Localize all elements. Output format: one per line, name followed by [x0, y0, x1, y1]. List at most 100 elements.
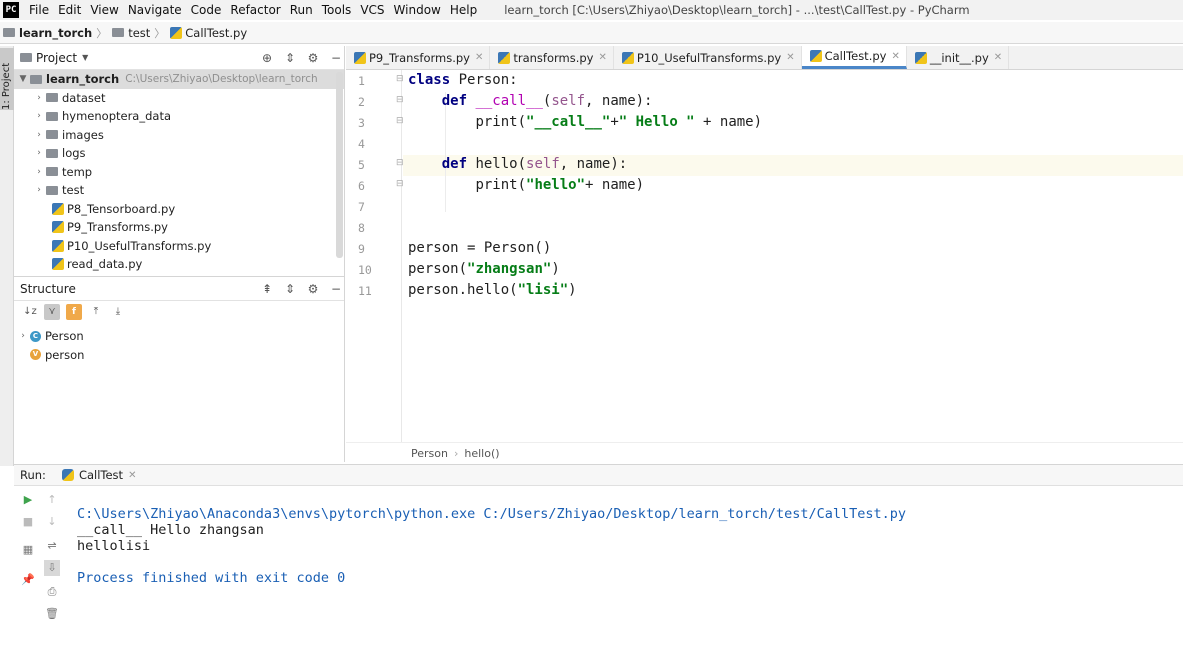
tree-folder[interactable]: › dataset — [14, 89, 344, 108]
fold-marker-icon[interactable]: ⊟ — [396, 74, 404, 84]
menu-tools[interactable]: Tools — [322, 3, 352, 17]
menu-view[interactable]: View — [90, 3, 118, 17]
scroll-to-end-icon[interactable]: ⇩ — [44, 560, 60, 576]
locate-icon[interactable]: ⊕ — [259, 50, 275, 66]
code-breadcrumb-method[interactable]: hello() — [464, 447, 499, 460]
run-tab-calltest[interactable]: CallTest ✕ — [61, 468, 136, 482]
tab-init[interactable]: __init__.py ✕ — [907, 46, 1010, 69]
show-fields-icon[interactable]: f — [66, 304, 82, 320]
collapse-all-icon[interactable]: ⇕ — [282, 281, 298, 297]
code-token: + name) — [694, 114, 763, 130]
fold-marker-icon[interactable]: ⊟ — [396, 95, 404, 105]
chevron-right-icon[interactable]: › — [32, 130, 46, 140]
gear-icon[interactable]: ⚙ — [305, 281, 321, 297]
chevron-right-icon[interactable]: › — [32, 148, 46, 158]
tree-folder[interactable]: › hymenoptera_data — [14, 107, 344, 126]
chevron-right-icon[interactable]: › — [32, 111, 46, 121]
tab-label: P10_UsefulTransforms.py — [636, 50, 782, 65]
tree-file[interactable]: P9_Transforms.py — [14, 218, 344, 237]
navigation-bar: learn_torch 〉 test 〉 CallTest.py — [0, 22, 1183, 44]
navigate-down-icon[interactable]: ⤓ — [110, 304, 126, 320]
project-icon — [20, 53, 32, 62]
menu-refactor[interactable]: Refactor — [230, 3, 280, 17]
tab-transforms[interactable]: transforms.py ✕ — [490, 46, 614, 69]
python-file-icon — [52, 258, 64, 271]
minimize-icon[interactable]: − — [328, 50, 344, 66]
tab-p10-usefultransforms[interactable]: P10_UsefulTransforms.py ✕ — [614, 46, 802, 69]
close-icon[interactable]: ✕ — [994, 52, 1002, 63]
menu-help[interactable]: Help — [450, 3, 477, 17]
chevron-right-icon[interactable]: › — [32, 167, 46, 177]
close-icon[interactable]: ✕ — [599, 52, 607, 63]
project-tool-tab[interactable]: 1: Project — [0, 48, 14, 110]
run-toolbar: ▶ ■ ▦ 📌 ↑ ↓ ⇌ ⇩ ⎙ 🗑 — [14, 486, 64, 659]
tree-file[interactable]: P10_UsefulTransforms.py — [14, 237, 344, 256]
tab-calltest[interactable]: CallTest.py ✕ — [801, 46, 907, 69]
python-run-icon — [61, 469, 74, 481]
structure-toolbar: ↓z ⋎ f ⤒ ⤓ — [14, 301, 344, 323]
tree-file[interactable]: P8_Tensorboard.py — [14, 200, 344, 219]
chevron-down-icon[interactable]: ▼ — [16, 74, 30, 84]
stop-icon[interactable]: ■ — [20, 514, 36, 530]
expand-all-icon[interactable]: ⇞ — [259, 281, 275, 297]
chevron-right-icon[interactable]: › — [32, 93, 46, 103]
fold-marker-icon[interactable]: ⊟ — [396, 179, 404, 189]
arrow-down-icon[interactable]: ↓ — [44, 514, 60, 530]
tree-root-name: learn_torch — [46, 72, 120, 87]
layout-icon[interactable]: ▦ — [20, 542, 36, 558]
code-editor[interactable]: 1 2 3 4 5 6 7 8 9 10 11 ⊟ ⊟ ⊟ ⊟ ⊟ class … — [346, 70, 1183, 442]
menu-run[interactable]: Run — [290, 3, 313, 17]
collapse-all-icon[interactable]: ⇕ — [282, 50, 298, 66]
chevron-right-icon[interactable]: › — [32, 185, 46, 195]
tree-folder[interactable]: › test — [14, 181, 344, 200]
gear-icon[interactable]: ⚙ — [305, 50, 321, 66]
python-file-icon — [809, 50, 822, 62]
menu-file[interactable]: File — [29, 3, 49, 17]
menu-edit[interactable]: Edit — [58, 3, 81, 17]
nav-crumb-file[interactable]: CallTest.py — [170, 26, 247, 40]
close-icon[interactable]: ✕ — [128, 470, 136, 481]
close-icon[interactable]: ✕ — [786, 52, 794, 63]
sort-alphabetically-icon[interactable]: ↓z — [22, 304, 38, 320]
chevron-right-icon[interactable]: › — [16, 331, 30, 341]
soft-wrap-icon[interactable]: ⇌ — [44, 538, 60, 554]
show-inherited-icon[interactable]: ⋎ — [44, 304, 60, 320]
code-line-6: print("hello"+ name) — [408, 177, 644, 193]
code-token: Person: — [450, 72, 518, 88]
fold-marker-icon[interactable]: ⊟ — [396, 116, 404, 126]
class-icon: C — [30, 330, 41, 342]
chevron-right-icon: 〉 — [154, 26, 166, 40]
project-view-selector[interactable]: Project ▼ — [20, 51, 88, 65]
trash-icon[interactable]: 🗑 — [44, 606, 60, 622]
project-scrollbar[interactable] — [336, 72, 343, 258]
tab-label: P9_Transforms.py — [369, 50, 470, 65]
fold-marker-icon[interactable]: ⊟ — [396, 158, 404, 168]
tree-file[interactable]: read_data.py — [14, 255, 344, 274]
pin-icon[interactable]: 📌 — [20, 572, 36, 588]
tree-folder[interactable]: › temp — [14, 163, 344, 182]
tree-root[interactable]: ▼ learn_torch C:\Users\Zhiyao\Desktop\le… — [14, 70, 344, 89]
navigate-up-icon[interactable]: ⤒ — [88, 304, 104, 320]
structure-item-class[interactable]: › C Person — [14, 327, 344, 346]
tree-folder[interactable]: › images — [14, 126, 344, 145]
nav-crumb-test[interactable]: test — [112, 26, 150, 40]
menu-window[interactable]: Window — [394, 3, 441, 17]
menu-vcs[interactable]: VCS — [360, 3, 384, 17]
arrow-up-icon[interactable]: ↑ — [44, 492, 60, 508]
menu-navigate[interactable]: Navigate — [128, 3, 182, 17]
tab-p9-transforms[interactable]: P9_Transforms.py ✕ — [346, 46, 491, 69]
code-line-11: person.hello("lisi") — [408, 282, 577, 298]
tree-folder[interactable]: › logs — [14, 144, 344, 163]
minimize-icon[interactable]: − — [328, 281, 344, 297]
rerun-icon[interactable]: ▶ — [20, 492, 36, 508]
structure-item-variable[interactable]: V person — [14, 346, 344, 365]
close-icon[interactable]: ✕ — [891, 51, 899, 62]
close-icon[interactable]: ✕ — [475, 52, 483, 63]
code-token: def — [441, 93, 468, 109]
menu-code[interactable]: Code — [191, 3, 222, 17]
console-line: Process finished with exit code 0 — [77, 570, 346, 586]
nav-crumb-project[interactable]: learn_torch — [3, 26, 92, 40]
code-breadcrumb-class[interactable]: Person — [411, 447, 448, 460]
print-icon[interactable]: ⎙ — [44, 584, 60, 600]
editor-gutter: 1 2 3 4 5 6 7 8 9 10 11 ⊟ ⊟ ⊟ ⊟ ⊟ — [346, 70, 404, 442]
